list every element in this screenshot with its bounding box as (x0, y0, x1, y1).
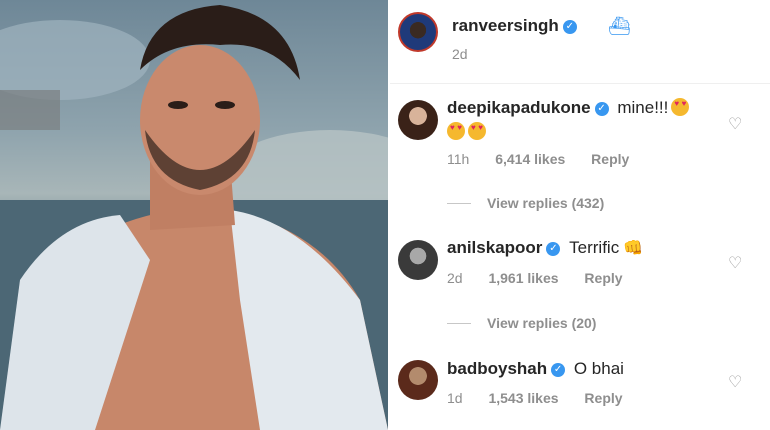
comment-likes[interactable]: 1,543 likes (488, 390, 558, 406)
comment-text: Terrific (569, 238, 620, 257)
commenter-username[interactable]: deepikapadukone (447, 98, 591, 117)
commenter-avatar[interactable] (398, 240, 438, 280)
comment-line-2 (447, 122, 486, 142)
commenter-username[interactable]: anilskapoor (447, 238, 542, 257)
post-header: ranveersingh ✓ ⛴ 2d (390, 0, 770, 84)
comment-line: deepikapadukone ✓ mine!!! (447, 98, 690, 118)
like-heart-icon[interactable]: ♡ (728, 372, 742, 392)
view-replies-link[interactable]: View replies (20) (447, 315, 596, 331)
comment-time: 2d (447, 270, 463, 286)
reply-button[interactable]: Reply (584, 270, 622, 286)
view-replies-label[interactable]: View replies (20) (487, 315, 596, 331)
view-replies-link[interactable]: View replies (432) (447, 195, 604, 211)
comment-likes[interactable]: 6,414 likes (495, 151, 565, 167)
author-username[interactable]: ranveersingh ✓ (452, 16, 577, 36)
comment-text: O bhai (573, 359, 624, 378)
post-photo (0, 0, 388, 430)
author-avatar[interactable] (398, 12, 438, 52)
reply-button[interactable]: Reply (584, 390, 622, 406)
view-replies-label[interactable]: View replies (432) (487, 195, 604, 211)
comment-time: 11h (447, 151, 470, 167)
verified-icon: ✓ (594, 102, 609, 116)
comment-meta: 1d 1,543 likes Reply (447, 390, 645, 406)
post-time: 2d (452, 46, 468, 62)
comment-time: 1d (447, 390, 463, 406)
heart-eyes-emoji-icon (671, 98, 690, 116)
verified-icon: ✓ (551, 363, 566, 377)
comment-text: mine!!! (617, 98, 669, 117)
commenter-username[interactable]: badboyshah (447, 359, 547, 378)
heart-eyes-emoji-icon (468, 122, 486, 140)
replies-dash (447, 203, 471, 204)
author-name[interactable]: ranveersingh (452, 16, 559, 35)
verified-icon: ✓ (562, 20, 577, 34)
comment-meta: 11h 6,414 likes Reply (447, 151, 651, 167)
like-heart-icon[interactable]: ♡ (728, 253, 742, 273)
fist-emoji-icon: 👊 (623, 240, 644, 257)
like-heart-icon[interactable]: ♡ (728, 114, 742, 134)
comment-line: badboyshah ✓ O bhai (447, 359, 624, 379)
ship-icon: ⛴ (608, 16, 631, 36)
heart-eyes-emoji-icon (447, 122, 465, 140)
commenter-avatar[interactable] (398, 100, 438, 140)
comment-likes[interactable]: 1,961 likes (488, 270, 558, 286)
commenter-avatar[interactable] (398, 360, 438, 400)
comment-line: anilskapoor ✓ Terrific 👊 (447, 238, 643, 258)
replies-dash (447, 323, 471, 324)
verified-icon: ✓ (546, 242, 561, 256)
comment-meta: 2d 1,961 likes Reply (447, 270, 645, 286)
comments-panel: ranveersingh ✓ ⛴ 2d deepikapadukone ✓ mine… (390, 0, 770, 430)
reply-button[interactable]: Reply (591, 151, 629, 167)
